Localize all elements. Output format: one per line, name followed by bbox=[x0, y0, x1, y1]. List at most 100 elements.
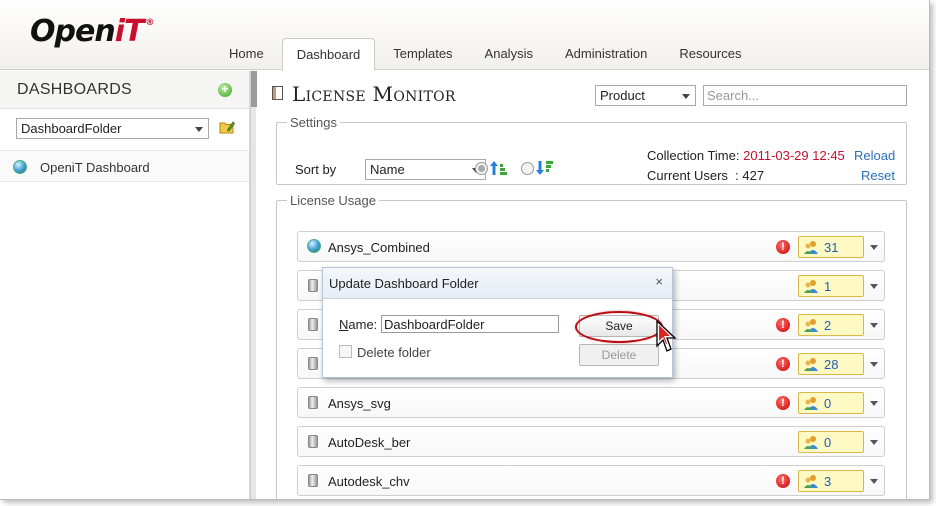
user-count: 31 bbox=[824, 240, 839, 255]
user-count-badge[interactable]: 3 bbox=[798, 470, 864, 492]
page-title: License Monitor bbox=[292, 82, 456, 106]
current-users: Current Users : 427 bbox=[647, 168, 765, 183]
chevron-down-icon[interactable] bbox=[870, 401, 878, 406]
sidebar-item-label: OpeniT Dashboard bbox=[40, 160, 150, 175]
license-row[interactable]: Ansys_svg ! 0 bbox=[297, 387, 885, 418]
main-nav: Home Dashboard Templates Analysis Admini… bbox=[215, 38, 759, 71]
sort-select[interactable]: Name bbox=[365, 159, 486, 180]
license-row[interactable]: Ansys_Combined ! 31 bbox=[297, 231, 885, 262]
chevron-down-icon[interactable] bbox=[870, 479, 878, 484]
product-select-value: Product bbox=[600, 88, 645, 103]
user-count: 3 bbox=[824, 474, 832, 489]
user-count-badge[interactable]: 31 bbox=[798, 236, 864, 258]
add-dashboard-icon[interactable]: + bbox=[218, 83, 232, 97]
mouse-cursor-icon bbox=[656, 320, 677, 352]
tab-dashboard[interactable]: Dashboard bbox=[281, 38, 376, 71]
alert-icon: ! bbox=[776, 357, 790, 371]
user-count: 0 bbox=[824, 435, 832, 450]
globe-icon bbox=[13, 160, 27, 174]
tab-templates[interactable]: Templates bbox=[379, 38, 466, 70]
tab-analysis[interactable]: Analysis bbox=[471, 38, 547, 70]
reload-link[interactable]: Reload bbox=[854, 148, 895, 163]
user-count: 28 bbox=[824, 357, 839, 372]
edit-folder-icon[interactable] bbox=[219, 119, 235, 135]
sort-descending-icon bbox=[536, 161, 553, 175]
sidebar-item-openit-dashboard[interactable]: OpeniT Dashboard bbox=[0, 150, 249, 182]
tab-administration[interactable]: Administration bbox=[551, 38, 661, 70]
user-count: 2 bbox=[824, 318, 832, 333]
chevron-down-icon[interactable] bbox=[870, 323, 878, 328]
folder-name-input[interactable] bbox=[381, 315, 559, 333]
chevron-down-icon[interactable] bbox=[870, 362, 878, 367]
settings-group: Settings Sort by Name Collection Time: 2… bbox=[276, 115, 907, 185]
sort-ascending-radio[interactable] bbox=[475, 162, 488, 175]
folder-select-value: DashboardFolder bbox=[21, 121, 122, 136]
sidebar-header: DASHBOARDS + bbox=[0, 71, 249, 109]
panel-splitter[interactable] bbox=[250, 71, 257, 499]
user-count-badge[interactable]: 1 bbox=[798, 275, 864, 297]
users-icon bbox=[804, 358, 818, 371]
license-server-icon bbox=[308, 318, 318, 331]
license-row[interactable]: Autodesk_chv ! 3 bbox=[297, 465, 885, 496]
license-name: AutoDesk_ber bbox=[328, 435, 411, 450]
user-count-badge[interactable]: 0 bbox=[798, 392, 864, 414]
name-label: Name: bbox=[339, 317, 378, 332]
update-folder-dialog: Update Dashboard Folder × Name: Delete f… bbox=[322, 267, 673, 378]
dialog-title: Update Dashboard Folder bbox=[329, 276, 479, 291]
chevron-down-icon[interactable] bbox=[870, 440, 878, 445]
users-icon bbox=[804, 319, 818, 332]
users-icon bbox=[804, 397, 818, 410]
settings-legend: Settings bbox=[290, 115, 337, 130]
sidebar-title: DASHBOARDS bbox=[17, 81, 133, 98]
license-name: Ansys_Combined bbox=[328, 240, 430, 255]
alert-icon: ! bbox=[776, 240, 790, 254]
user-count: 0 bbox=[824, 396, 832, 411]
user-count-badge[interactable]: 28 bbox=[798, 353, 864, 375]
delete-folder-checkbox[interactable] bbox=[339, 345, 352, 358]
sort-select-value: Name bbox=[370, 162, 405, 177]
license-server-icon bbox=[308, 474, 318, 487]
alert-icon: ! bbox=[776, 474, 790, 488]
tab-home[interactable]: Home bbox=[215, 38, 278, 70]
header: OpeniT ® Home Dashboard Templates Analysi… bbox=[0, 0, 929, 71]
license-server-icon bbox=[308, 396, 318, 409]
product-select[interactable]: Product bbox=[595, 85, 696, 106]
license-server-icon bbox=[308, 279, 318, 292]
license-usage-legend: License Usage bbox=[290, 193, 376, 208]
users-icon bbox=[804, 475, 818, 488]
users-icon bbox=[804, 280, 818, 293]
book-icon bbox=[272, 86, 283, 100]
app-window: OpeniT ® Home Dashboard Templates Analysi… bbox=[0, 0, 930, 500]
sort-descending-radio[interactable] bbox=[521, 162, 534, 175]
folder-select[interactable]: DashboardFolder bbox=[16, 118, 209, 139]
tab-resources[interactable]: Resources bbox=[665, 38, 755, 70]
sidebar: DASHBOARDS + DashboardFolder OpeniT Dash… bbox=[0, 71, 250, 499]
chevron-down-icon bbox=[195, 127, 203, 132]
user-count: 1 bbox=[824, 279, 832, 294]
close-icon[interactable]: × bbox=[655, 274, 663, 289]
delete-folder-label: Delete folder bbox=[357, 345, 431, 360]
license-name: Ansys_svg bbox=[328, 396, 391, 411]
license-row[interactable]: AutoDesk_ber 0 bbox=[297, 426, 885, 457]
openit-logo: OpeniT ® bbox=[30, 14, 154, 49]
alert-icon: ! bbox=[776, 396, 790, 410]
globe-icon bbox=[307, 239, 321, 253]
sort-ascending-icon bbox=[490, 161, 507, 175]
user-count-badge[interactable]: 2 bbox=[798, 314, 864, 336]
search-input[interactable] bbox=[703, 85, 907, 106]
chevron-down-icon bbox=[682, 94, 690, 99]
chevron-down-icon[interactable] bbox=[870, 245, 878, 250]
dialog-header: Update Dashboard Folder × bbox=[323, 268, 672, 299]
save-highlight-ring bbox=[575, 311, 663, 343]
chevron-down-icon[interactable] bbox=[870, 284, 878, 289]
license-server-icon bbox=[308, 357, 318, 370]
alert-icon: ! bbox=[776, 318, 790, 332]
users-icon bbox=[804, 436, 818, 449]
license-name: Autodesk_chv bbox=[328, 474, 410, 489]
users-icon bbox=[804, 241, 818, 254]
delete-button[interactable]: Delete bbox=[579, 344, 659, 366]
collection-time: Collection Time: 2011-03-29 12:45 bbox=[647, 148, 845, 163]
license-server-icon bbox=[308, 435, 318, 448]
reset-link[interactable]: Reset bbox=[861, 168, 895, 183]
user-count-badge[interactable]: 0 bbox=[798, 431, 864, 453]
